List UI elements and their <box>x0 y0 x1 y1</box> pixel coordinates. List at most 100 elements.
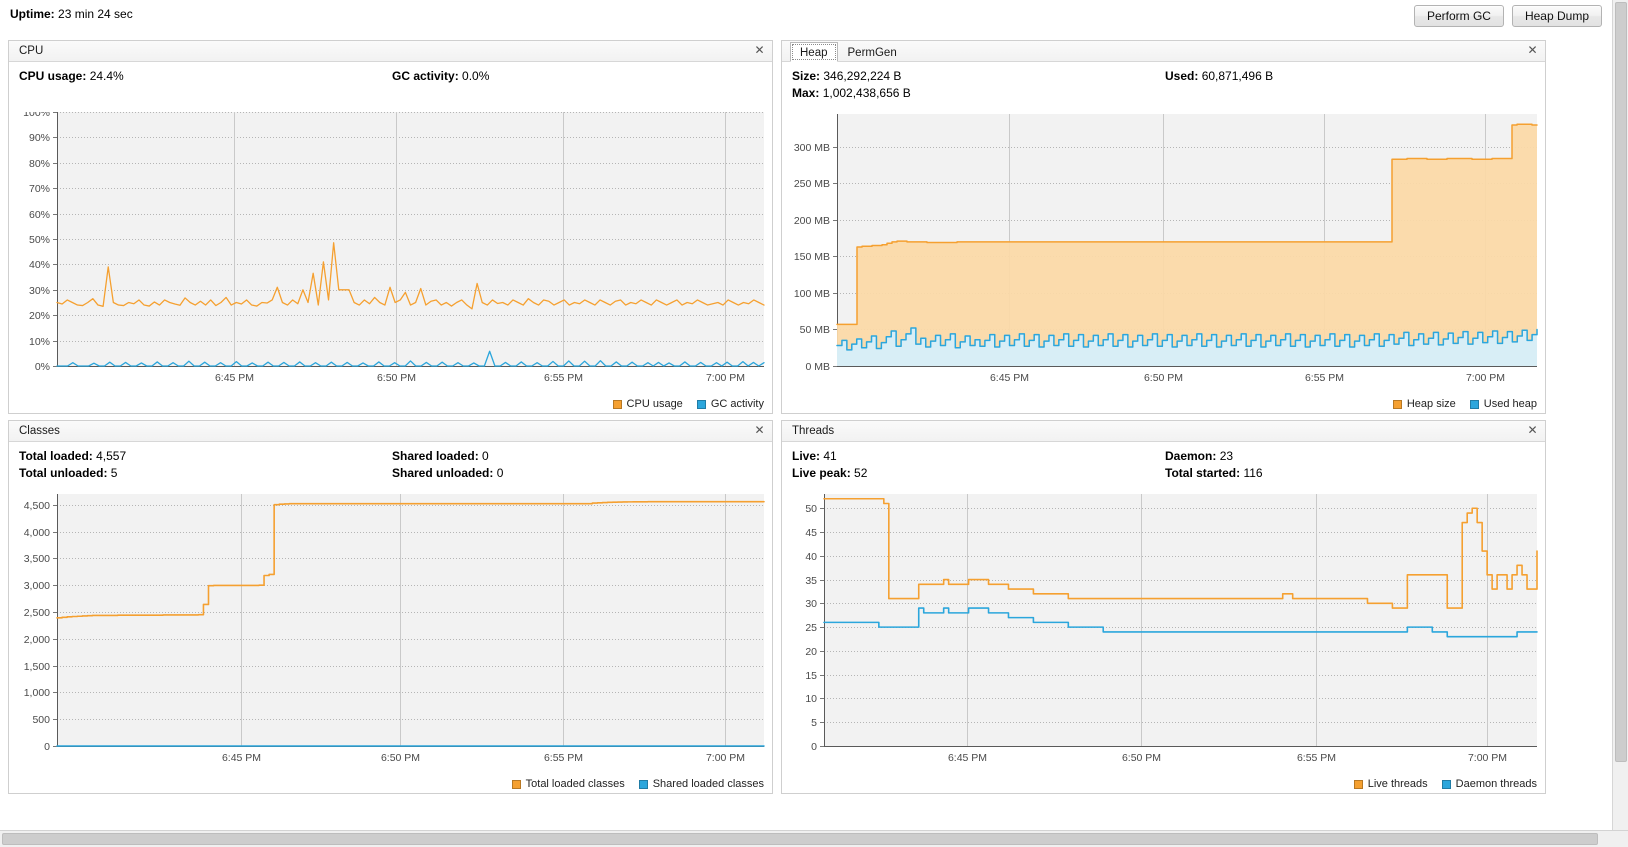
heap-max-label: Max: <box>792 86 820 100</box>
svg-text:15: 15 <box>805 670 817 682</box>
svg-text:7:00 PM: 7:00 PM <box>706 752 745 764</box>
svg-text:7:00 PM: 7:00 PM <box>1468 752 1507 764</box>
total-started-label: Total started: <box>1165 466 1241 480</box>
svg-text:200 MB: 200 MB <box>794 215 830 227</box>
close-icon[interactable]: ✕ <box>1526 44 1539 58</box>
legend-item-total-loaded-classes[interactable]: Total loaded classes <box>511 778 625 790</box>
tab-heap[interactable]: Heap <box>790 42 838 62</box>
heap-used-value: 60,871,496 B <box>1201 69 1274 83</box>
legend-label-used-heap: Used heap <box>1483 398 1537 410</box>
legend-item-live-threads[interactable]: Live threads <box>1353 778 1428 790</box>
daemon-threads-label: Daemon: <box>1165 449 1217 463</box>
svg-text:80%: 80% <box>29 158 50 170</box>
cpu-panel: CPU ✕ CPU usage: 24.4% GC activity: 0.0%… <box>8 40 773 414</box>
threads-panel: Threads ✕ Live: 41 Daemon: 23 Live peak:… <box>781 420 1546 794</box>
top-actions: Perform GC Heap Dump <box>1413 5 1602 27</box>
legend-swatch-live-threads <box>1353 779 1363 789</box>
classes-legend: Total loaded classes Shared loaded class… <box>511 778 764 790</box>
svg-text:45: 45 <box>805 527 817 539</box>
svg-text:6:55 PM: 6:55 PM <box>1297 752 1336 764</box>
heap-dump-button[interactable]: Heap Dump <box>1511 5 1602 27</box>
cpu-usage-label: CPU usage: <box>19 69 87 83</box>
shared-unloaded-label: Shared unloaded: <box>392 466 494 480</box>
horizontal-scrollbar-thumb[interactable] <box>2 833 1598 845</box>
total-loaded-label: Total loaded: <box>19 449 93 463</box>
close-icon[interactable]: ✕ <box>753 424 766 438</box>
perform-gc-button[interactable]: Perform GC <box>1413 5 1504 27</box>
threads-stats: Live: 41 Daemon: 23 Live peak: 52 Total … <box>782 442 1545 484</box>
heap-used-label: Used: <box>1165 69 1199 83</box>
classes-chart-svg[interactable]: 0 500 1,000 1,500 2,000 2,500 3,000 3,500 4,000 4… <box>9 484 772 772</box>
svg-text:50%: 50% <box>29 234 50 246</box>
heap-panel-header: Heap PermGen ✕ <box>782 41 1545 62</box>
horizontal-scrollbar[interactable] <box>0 830 1628 847</box>
legend-item-gc-activity[interactable]: GC activity <box>696 398 764 410</box>
svg-text:1,000: 1,000 <box>24 687 50 699</box>
heap-max-value: 1,002,438,656 B <box>822 86 911 100</box>
classes-chart[interactable]: 0 500 1,000 1,500 2,000 2,500 3,000 3,500 4,000 4… <box>9 484 772 772</box>
total-loaded-value: 4,557 <box>96 449 127 463</box>
svg-text:5: 5 <box>811 717 817 729</box>
gc-activity-value: 0.0% <box>462 69 490 83</box>
svg-text:0%: 0% <box>35 361 50 373</box>
vertical-scrollbar[interactable] <box>1612 0 1628 830</box>
svg-text:2,500: 2,500 <box>24 607 50 619</box>
svg-text:50: 50 <box>805 503 817 515</box>
svg-text:20%: 20% <box>29 310 50 322</box>
svg-text:30: 30 <box>805 598 817 610</box>
heap-panel-tabs: Heap PermGen <box>790 42 907 62</box>
legend-swatch-heap-size <box>1392 399 1402 409</box>
heap-size-value: 346,292,224 B <box>823 69 902 83</box>
visualvm-monitor-view: Uptime: 23 min 24 sec Perform GC Heap Du… <box>0 0 1628 847</box>
total-unloaded-label: Total unloaded: <box>19 466 108 480</box>
svg-text:6:45 PM: 6:45 PM <box>948 752 987 764</box>
legend-item-used-heap[interactable]: Used heap <box>1469 398 1537 410</box>
svg-text:6:50 PM: 6:50 PM <box>377 372 416 384</box>
vertical-scrollbar-thumb[interactable] <box>1615 2 1627 762</box>
live-threads-value: 41 <box>823 449 837 463</box>
tab-permgen[interactable]: PermGen <box>838 42 907 62</box>
cpu-chart[interactable]: 0% 10% 20% 30% 40% 50% 60% 70% 80% 90% 100% 6:45 PM… <box>9 104 772 392</box>
close-icon[interactable]: ✕ <box>1526 424 1539 438</box>
heap-legend: Heap size Used heap <box>1392 398 1537 410</box>
legend-swatch-total-loaded-classes <box>511 779 521 789</box>
svg-text:60%: 60% <box>29 209 50 221</box>
svg-text:0: 0 <box>811 741 817 753</box>
gc-activity-stat: GC activity: 0.0% <box>392 69 489 83</box>
cpu-chart-svg[interactable]: 0%10%20%30%40%50%60%70%80%90%100%6:45 PM… <box>9 104 772 392</box>
svg-text:20: 20 <box>805 646 817 658</box>
cpu-panel-header: CPU ✕ <box>9 41 772 62</box>
threads-chart[interactable]: 0 5 10 15 20 25 30 35 40 45 50 6:45 PM 6:50 PM 6:55 P… <box>782 484 1545 772</box>
shared-unloaded-stat: Shared unloaded: 0 <box>392 466 503 480</box>
total-unloaded-value: 5 <box>110 466 118 480</box>
svg-text:50 MB: 50 MB <box>800 324 830 336</box>
cpu-usage-value: 24.4% <box>89 69 124 83</box>
svg-text:1,500: 1,500 <box>24 661 50 673</box>
classes-stats: Total loaded: 4,557 Shared loaded: 0 Tot… <box>9 442 772 484</box>
heap-chart[interactable]: 0 MB 50 MB 100 MB 150 MB 200 MB 250 MB 300 MB 6… <box>782 104 1545 392</box>
threads-legend: Live threads Daemon threads <box>1353 778 1537 790</box>
close-icon[interactable]: ✕ <box>753 44 766 58</box>
svg-text:6:55 PM: 6:55 PM <box>544 372 583 384</box>
shared-unloaded-value: 0 <box>496 466 504 480</box>
total-loaded-stat: Total loaded: 4,557 <box>19 449 126 463</box>
live-threads-stat: Live: 41 <box>792 449 837 463</box>
uptime-value: 23 min 24 sec <box>58 7 133 21</box>
total-unloaded-stat: Total unloaded: 5 <box>19 466 117 480</box>
legend-label-daemon-threads: Daemon threads <box>1455 778 1537 790</box>
legend-item-daemon-threads[interactable]: Daemon threads <box>1441 778 1537 790</box>
shared-loaded-stat: Shared loaded: 0 <box>392 449 489 463</box>
legend-swatch-daemon-threads <box>1441 779 1451 789</box>
svg-text:0: 0 <box>44 741 50 753</box>
top-toolbar: Uptime: 23 min 24 sec Perform GC Heap Du… <box>0 0 1628 36</box>
legend-label-heap-size: Heap size <box>1406 398 1456 410</box>
svg-text:3,500: 3,500 <box>24 553 50 565</box>
svg-text:10: 10 <box>805 693 817 705</box>
heap-chart-svg[interactable]: 0 MB 50 MB 100 MB 150 MB 200 MB 250 MB 300 MB 6… <box>782 104 1545 392</box>
heap-panel: Heap PermGen ✕ Size: 346,292,224 B Used:… <box>781 40 1546 414</box>
legend-item-cpu-usage[interactable]: CPU usage <box>612 398 683 410</box>
live-threads-label: Live: <box>792 449 821 463</box>
legend-item-shared-loaded-classes[interactable]: Shared loaded classes <box>638 778 764 790</box>
legend-item-heap-size[interactable]: Heap size <box>1392 398 1456 410</box>
threads-chart-svg[interactable]: 0 5 10 15 20 25 30 35 40 45 50 6:45 PM 6:50 PM 6:55 P… <box>782 484 1545 772</box>
